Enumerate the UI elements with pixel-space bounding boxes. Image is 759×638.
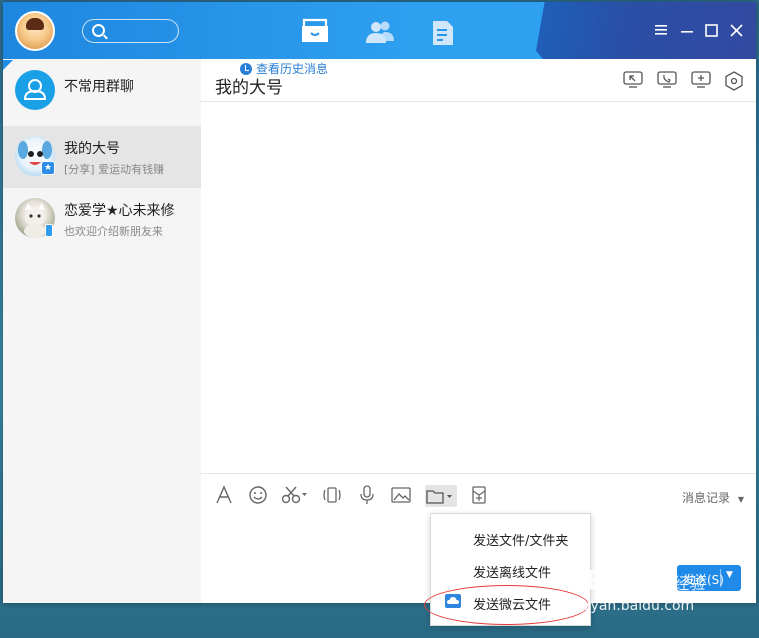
shake-button[interactable]: [322, 485, 342, 507]
close-icon: [730, 24, 743, 37]
mobile-online-icon: [45, 224, 53, 237]
minimize-button[interactable]: [680, 30, 694, 34]
conversation-name: 我的大号: [64, 141, 120, 157]
watermark-brand: Baidu: [585, 566, 674, 596]
folder-icon: [426, 490, 452, 504]
voice-message-button[interactable]: [359, 485, 375, 507]
menu-item-label: 发送离线文件: [473, 566, 552, 581]
font-button[interactable]: [215, 485, 233, 507]
pin-marker: [3, 60, 13, 70]
conversation-item-rare-groups[interactable]: 不常用群聊: [3, 60, 201, 122]
conversation-item-love-study[interactable]: 恋爱学★心未来修 也欢迎介绍新朋友来: [3, 188, 201, 250]
menu-button[interactable]: [654, 24, 668, 36]
emoji-icon: [249, 486, 267, 504]
screenshot-button[interactable]: [281, 485, 309, 507]
document-icon: [433, 21, 453, 45]
user-avatar[interactable]: [15, 11, 55, 51]
conversation-name: 恋爱学★心未来修: [64, 203, 175, 219]
clock-icon: [240, 63, 252, 75]
close-button[interactable]: [730, 24, 743, 37]
watermark-suffix: 经验: [673, 574, 706, 593]
qq-window: 不常用群聊 ★ 我的大号 [分享] 爱运动有钱赚 恋爱学★心未来修 也欢迎介绍新…: [3, 2, 756, 603]
watermark-url: jingyan.baidu.com: [565, 598, 695, 614]
send-file-button[interactable]: [425, 485, 457, 507]
conversation-preview: 也欢迎介绍新朋友来: [64, 225, 163, 238]
messages-tab[interactable]: [301, 18, 329, 46]
group-icon: [23, 79, 47, 100]
add-icon: [691, 71, 711, 88]
view-history-label: 查看历史消息: [256, 62, 329, 76]
conversation-item-my-main-account[interactable]: ★ 我的大号 [分享] 爱运动有钱赚: [3, 126, 201, 188]
send-options-chevron-icon[interactable]: ▼: [726, 570, 733, 580]
view-history-link[interactable]: 查看历史消息: [240, 60, 328, 77]
title-bar: [3, 2, 756, 59]
search-box[interactable]: [82, 19, 179, 43]
scissors-icon: [281, 486, 307, 504]
group-avatar: [15, 70, 55, 110]
settings-button[interactable]: [725, 71, 743, 95]
chat-bubble-icon: [302, 18, 328, 42]
maximize-icon: [705, 24, 718, 37]
image-icon: [391, 487, 411, 503]
minimize-icon: [681, 31, 693, 33]
screen-share-icon: [623, 71, 643, 88]
menu-item-send-offline-file[interactable]: 发送离线文件: [431, 554, 590, 584]
red-packet-button[interactable]: [471, 485, 487, 507]
send-image-button[interactable]: [391, 485, 411, 507]
baidu-watermark: Baidu经验 jingyan.baidu.com: [565, 566, 706, 614]
menu-item-label: 发送文件/文件夹: [473, 534, 569, 549]
conversation-list: 不常用群聊 ★ 我的大号 [分享] 爱运动有钱赚 恋爱学★心未来修 也欢迎介绍新…: [3, 59, 201, 603]
conversation-preview: [分享] 爱运动有钱赚: [64, 163, 165, 176]
chevron-down-icon: ▼: [737, 495, 744, 504]
screen-share-button[interactable]: [623, 71, 643, 93]
maximize-button[interactable]: [705, 24, 718, 37]
font-icon: [216, 485, 232, 504]
send-divider: [720, 569, 721, 587]
red-packet-icon: [472, 486, 486, 504]
space-tab[interactable]: [431, 20, 455, 46]
shake-icon: [323, 487, 341, 503]
voice-call-button[interactable]: [657, 71, 677, 93]
contacts-icon: [366, 21, 394, 43]
add-member-button[interactable]: [691, 71, 711, 93]
menu-item-send-file-folder[interactable]: 发送文件/文件夹: [431, 522, 590, 552]
star-badge-icon: ★: [41, 161, 55, 175]
search-icon: [92, 24, 105, 37]
microphone-icon: [360, 485, 374, 504]
message-record-label: 消息记录: [682, 491, 731, 505]
conversation-name: 不常用群聊: [64, 79, 134, 95]
phone-icon: [657, 71, 677, 88]
contacts-tab[interactable]: [365, 20, 395, 44]
message-record-button[interactable]: 消息记录 ▼: [682, 489, 744, 506]
hamburger-icon: [655, 25, 667, 35]
hexagon-settings-icon: [725, 71, 743, 91]
emoji-button[interactable]: [248, 485, 268, 507]
